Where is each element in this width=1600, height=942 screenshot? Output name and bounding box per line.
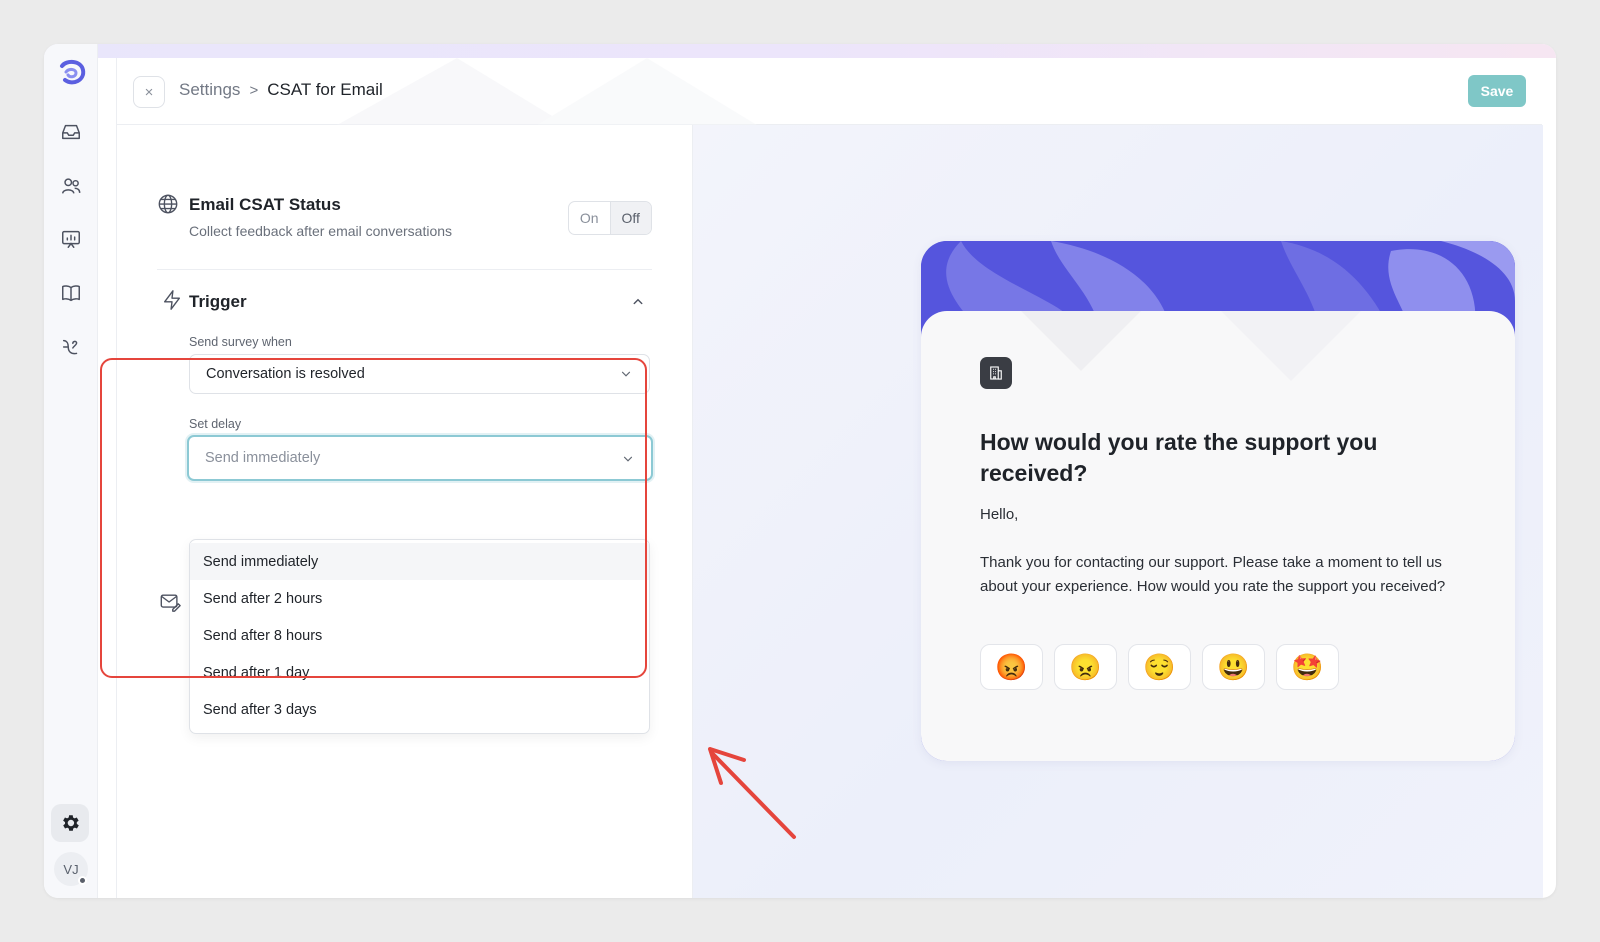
- rating-happy[interactable]: 😃: [1202, 644, 1265, 690]
- survey-preview-card: How would you rate the support you recei…: [921, 241, 1515, 761]
- email-preview-pane: How would you rate the support you recei…: [692, 125, 1543, 898]
- email-edit-icon: [160, 594, 181, 612]
- send-when-select[interactable]: Conversation is resolved: [189, 354, 650, 394]
- inbox-icon[interactable]: [55, 116, 87, 148]
- avatar-initials: VJ: [63, 861, 79, 877]
- panel-header: × Settings > CSAT for Email Save: [117, 58, 1542, 125]
- set-delay-select[interactable]: Send immediately: [187, 435, 653, 481]
- form-column: Email CSAT Status Collect feedback after…: [117, 125, 692, 898]
- annotation-arrow-icon: [708, 747, 796, 839]
- breadcrumb-settings-link[interactable]: Settings: [179, 80, 240, 100]
- settings-panel: × Settings > CSAT for Email Save Email C…: [116, 58, 1543, 898]
- icon-sidebar: VJ: [44, 44, 98, 898]
- delay-option[interactable]: Send after 1 day: [190, 654, 649, 691]
- toggle-off[interactable]: Off: [610, 202, 651, 234]
- reports-icon[interactable]: [55, 223, 87, 255]
- rating-very-angry[interactable]: 😡: [980, 644, 1043, 690]
- csat-status-subtitle: Collect feedback after email conversatio…: [189, 223, 453, 239]
- card-body: How would you rate the support you recei…: [921, 311, 1515, 761]
- set-delay-placeholder: Send immediately: [205, 450, 321, 466]
- top-gradient-bar: [44, 44, 1556, 58]
- section-divider: [157, 269, 652, 270]
- header-decoration: [337, 58, 757, 125]
- save-button[interactable]: Save: [1468, 75, 1526, 107]
- breadcrumb-current: CSAT for Email: [267, 80, 383, 99]
- trigger-section-title: Trigger: [189, 292, 247, 311]
- toggle-on[interactable]: On: [569, 202, 611, 234]
- delay-option[interactable]: Send immediately: [190, 543, 649, 580]
- csat-status-title: Email CSAT Status: [189, 195, 341, 214]
- send-when-label: Send survey when: [189, 335, 292, 349]
- delay-option[interactable]: Send after 2 hours: [190, 580, 649, 617]
- contacts-icon[interactable]: [55, 170, 87, 202]
- rating-star-struck[interactable]: 🤩: [1276, 644, 1339, 690]
- delay-option[interactable]: Send after 8 hours: [190, 617, 649, 654]
- rating-options: 😡 😠 😌 😃 🤩: [980, 644, 1339, 690]
- survey-question: How would you rate the support you recei…: [980, 429, 1378, 486]
- presence-dot: [78, 876, 87, 885]
- close-icon: ×: [144, 83, 154, 101]
- close-button[interactable]: ×: [133, 76, 165, 108]
- breadcrumb: Settings > CSAT for Email: [179, 80, 383, 100]
- rating-neutral[interactable]: 😌: [1128, 644, 1191, 690]
- set-delay-label: Set delay: [189, 417, 242, 431]
- lightning-icon: [163, 290, 181, 310]
- csat-status-toggle[interactable]: On Off: [568, 201, 652, 235]
- chevron-up-icon[interactable]: [629, 293, 647, 311]
- survey-message: Thank you for contacting our support. Pl…: [980, 554, 1446, 595]
- app-logo-icon[interactable]: [57, 58, 87, 88]
- chevron-down-icon: [621, 371, 631, 377]
- settings-gear-icon[interactable]: [51, 804, 89, 842]
- globe-icon: [158, 194, 178, 214]
- breadcrumb-separator: >: [249, 81, 259, 99]
- survey-greeting: Hello,: [980, 506, 1019, 523]
- workflow-icon[interactable]: [55, 331, 87, 363]
- company-logo-icon: [980, 357, 1012, 389]
- send-when-value: Conversation is resolved: [206, 366, 365, 382]
- rating-angry[interactable]: 😠: [1054, 644, 1117, 690]
- knowledge-base-icon[interactable]: [55, 277, 87, 309]
- chevron-down-icon: [623, 456, 633, 462]
- delay-option[interactable]: Send after 3 days: [190, 691, 649, 728]
- delay-dropdown-menu: Send immediately Send after 2 hours Send…: [189, 539, 650, 734]
